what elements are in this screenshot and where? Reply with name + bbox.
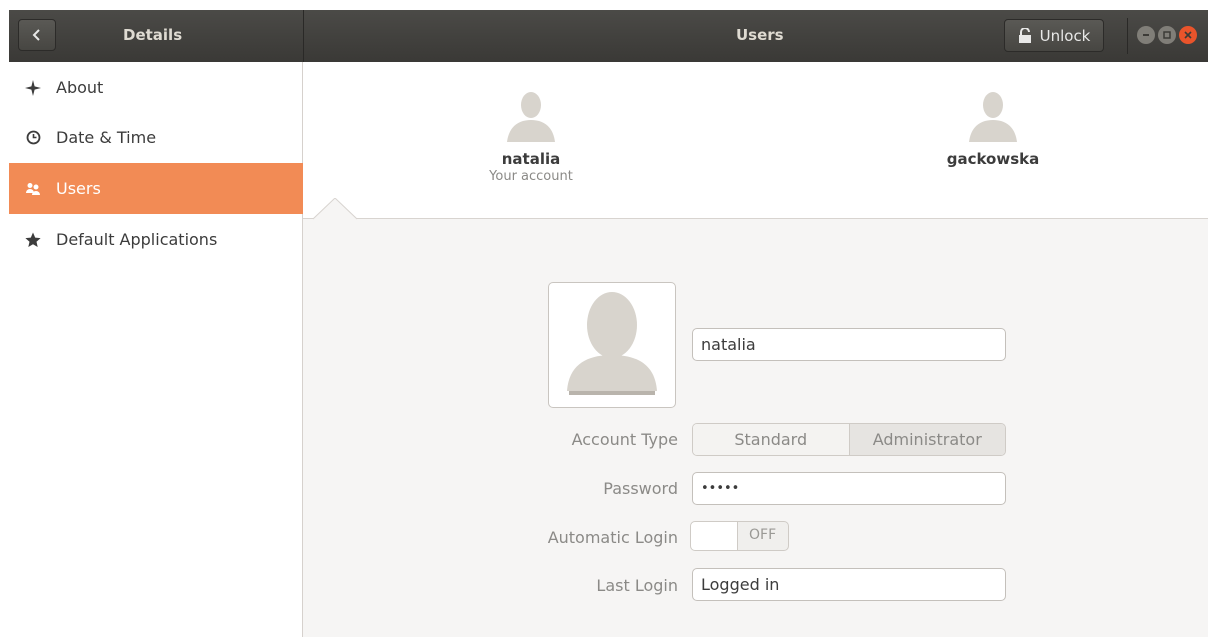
name-value: natalia	[701, 335, 756, 354]
lock-icon	[1018, 27, 1031, 43]
details-title: Details	[123, 26, 183, 44]
user-card-natalia[interactable]: natalia Your account	[483, 90, 579, 184]
chevron-left-icon	[32, 29, 40, 41]
sparkle-icon	[23, 79, 43, 96]
sidebar-item-default-applications[interactable]: Default Applications	[9, 214, 303, 265]
unlock-button[interactable]: Unlock	[1004, 19, 1104, 52]
user-subtitle: Your account	[489, 169, 573, 184]
avatar	[969, 92, 1017, 142]
sidebar-item-label: Users	[56, 179, 101, 198]
last-login-label: Last Login	[596, 576, 678, 595]
main-panel: natalia Your account gackowska natalia A…	[303, 62, 1208, 637]
account-type-standard[interactable]: Standard	[693, 424, 849, 455]
selection-arrow-icon	[313, 198, 357, 220]
sidebar-item-date-time[interactable]: Date & Time	[9, 112, 303, 163]
auto-login-switch[interactable]: OFF	[690, 521, 789, 551]
user-name: natalia	[501, 150, 561, 168]
last-login-field[interactable]: Logged in	[692, 568, 1006, 601]
header-bar: Details Users Unlock	[9, 10, 1208, 62]
account-type-administrator[interactable]: Administrator	[848, 424, 1005, 455]
close-icon	[1184, 31, 1192, 39]
header-left-pane: Details	[9, 10, 304, 62]
switch-knob	[691, 522, 738, 550]
back-button[interactable]	[18, 19, 56, 51]
unlock-label: Unlock	[1039, 26, 1091, 45]
clock-icon	[23, 130, 43, 145]
avatar	[507, 92, 555, 142]
minimize-button[interactable]	[1137, 26, 1155, 44]
sidebar-item-label: Default Applications	[56, 230, 218, 249]
switch-state: OFF	[749, 527, 777, 543]
minimize-icon	[1143, 34, 1149, 36]
user-name: gackowska	[946, 150, 1040, 168]
avatar	[567, 292, 657, 395]
window-controls	[1137, 26, 1197, 44]
sidebar-item-label: Date & Time	[56, 128, 157, 147]
avatar-button[interactable]	[548, 282, 676, 408]
password-label: Password	[603, 479, 678, 498]
settings-window: Details Users Unlock About Date & Time U…	[9, 10, 1208, 637]
header-separator	[1127, 18, 1128, 54]
close-button[interactable]	[1179, 26, 1197, 44]
maximize-icon	[1163, 31, 1171, 39]
maximize-button[interactable]	[1158, 26, 1176, 44]
account-type-label: Account Type	[571, 430, 678, 449]
page-title: Users	[736, 26, 784, 44]
account-type-toggle: Standard Administrator	[692, 423, 1006, 456]
sidebar-item-users[interactable]: Users	[9, 163, 303, 214]
user-card-gackowska[interactable]: gackowska	[943, 90, 1043, 168]
password-field[interactable]: •••••	[692, 472, 1006, 505]
password-value: •••••	[701, 481, 740, 496]
user-list: natalia Your account gackowska	[303, 62, 1208, 218]
sidebar-item-about[interactable]: About	[9, 62, 303, 113]
auto-login-label: Automatic Login	[547, 528, 678, 547]
star-icon	[23, 232, 43, 248]
user-list-divider	[303, 218, 1208, 219]
last-login-value: Logged in	[701, 575, 780, 594]
name-field[interactable]: natalia	[692, 328, 1006, 361]
users-icon	[23, 182, 43, 196]
sidebar: About Date & Time Users Default Applicat…	[9, 62, 303, 637]
sidebar-item-label: About	[56, 78, 104, 97]
